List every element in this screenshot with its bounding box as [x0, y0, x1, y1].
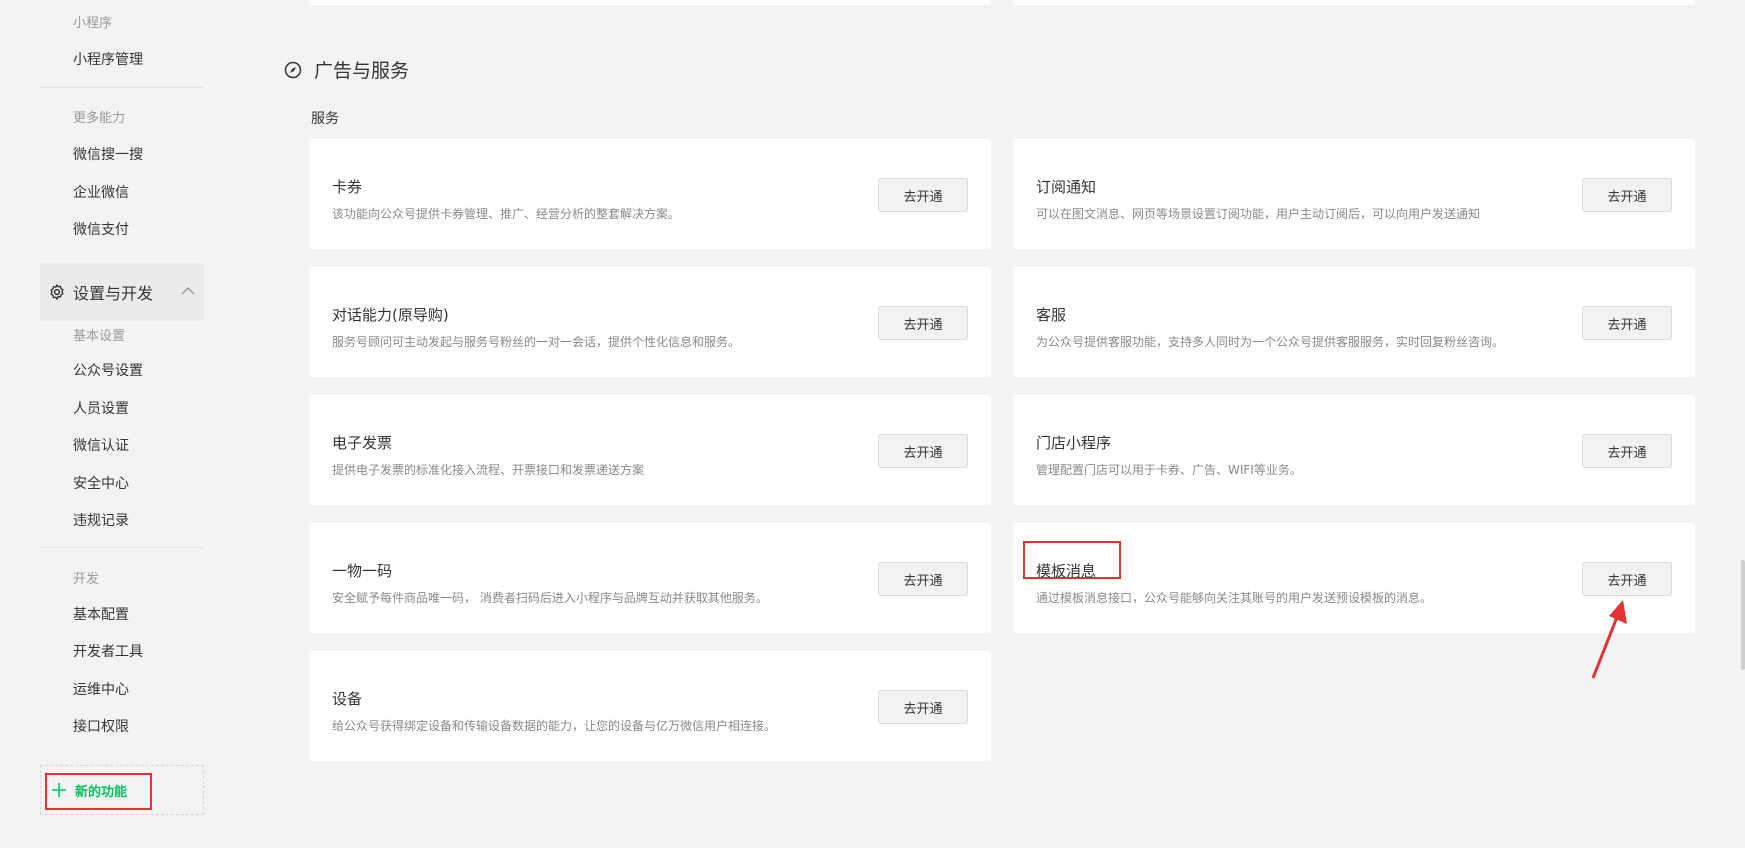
section-header: 广告与服务	[284, 56, 409, 83]
service-card-device: 设备 给公众号获得绑定设备和传输设备数据的能力，让您的设备与亿万微信用户相连接。…	[309, 651, 991, 761]
card-title: 门店小程序	[1036, 434, 1112, 452]
service-card-conversation: 对话能力(原导购) 服务号顾问可主动发起与服务号粉丝的一对一会话，提供个性化信息…	[309, 267, 991, 377]
annotation-arrow-icon	[1591, 600, 1627, 679]
sidebar-item-security-center[interactable]: 安全中心	[73, 473, 129, 493]
service-card-subscription: 订阅通知 可以在图文消息、网页等场景设置订阅功能，用户主动订阅后，可以向用户发送…	[1013, 139, 1695, 249]
sidebar: 小程序 小程序管理 更多能力 微信搜一搜 企业微信 微信支付 设置与开发 基本设…	[0, 0, 210, 848]
nav-group-miniprogram: 小程序	[73, 16, 113, 31]
sidebar-item-basic-config[interactable]: 基本配置	[73, 604, 129, 624]
compass-icon	[284, 61, 302, 78]
service-card-customer-service: 客服 为公众号提供客服功能，支持多人同时为一个公众号提供客服服务，实时回复粉丝咨…	[1013, 267, 1695, 377]
sidebar-item-account-settings[interactable]: 公众号设置	[73, 360, 143, 380]
service-card-e-invoice: 电子发票 提供电子发票的标准化接入流程、开票接口和发票递送方案 去开通	[309, 395, 991, 505]
service-card-coupons: 卡券 该功能向公众号提供卡券管理、推广、经营分析的整套解决方案。 去开通	[309, 139, 991, 249]
card-edge	[309, 0, 991, 5]
nav-divider	[40, 547, 204, 548]
enable-button[interactable]: 去开通	[878, 178, 968, 212]
gear-icon	[50, 284, 64, 300]
card-desc: 管理配置门店可以用于卡券、广告、WIFI等业务。	[1036, 463, 1302, 477]
enable-button[interactable]: 去开通	[878, 690, 968, 724]
card-title: 一物一码	[332, 562, 393, 580]
sidebar-item-api-permissions[interactable]: 接口权限	[73, 716, 129, 736]
sidebar-section-label: 设置与开发	[73, 284, 154, 303]
card-desc: 服务号顾问可主动发起与服务号粉丝的一对一会话，提供个性化信息和服务。	[332, 335, 741, 349]
sidebar-item-miniprogram-manage[interactable]: 小程序管理	[73, 49, 143, 69]
card-title: 模板消息	[1036, 562, 1097, 580]
sidebar-section-settings-dev[interactable]: 设置与开发	[40, 263, 204, 321]
card-desc: 安全赋予每件商品唯一码， 消费者扫码后进入小程序与品牌互动并获取其他服务。	[332, 591, 768, 605]
nav-group-dev: 开发	[73, 572, 100, 587]
card-desc: 给公众号获得绑定设备和传输设备数据的能力，让您的设备与亿万微信用户相连接。	[332, 719, 777, 733]
sidebar-item-wechat-search[interactable]: 微信搜一搜	[73, 144, 143, 164]
section-title: 广告与服务	[314, 60, 410, 82]
card-title: 电子发票	[332, 434, 393, 452]
service-card-store-miniprogram: 门店小程序 管理配置门店可以用于卡券、广告、WIFI等业务。 去开通	[1013, 395, 1695, 505]
card-title: 客服	[1036, 306, 1067, 324]
new-function-label: 新的功能	[75, 785, 128, 800]
sidebar-item-dev-tools[interactable]: 开发者工具	[73, 641, 143, 661]
enable-button[interactable]: 去开通	[1582, 178, 1672, 212]
card-desc: 通过模板消息接口，公众号能够向关注其账号的用户发送预设模板的消息。	[1036, 591, 1433, 605]
card-edge	[1013, 0, 1695, 5]
enable-button[interactable]: 去开通	[878, 562, 968, 596]
card-desc: 该功能向公众号提供卡券管理、推广、经营分析的整套解决方案。	[332, 207, 681, 221]
card-desc: 为公众号提供客服功能，支持多人同时为一个公众号提供客服服务，实时回复粉丝咨询。	[1036, 335, 1505, 349]
enable-button[interactable]: 去开通	[878, 434, 968, 468]
nav-divider	[40, 87, 204, 88]
enable-button[interactable]: 去开通	[1582, 562, 1672, 596]
plus-icon	[52, 783, 66, 797]
card-desc: 可以在图文消息、网页等场景设置订阅功能，用户主动订阅后，可以向用户发送通知	[1036, 207, 1481, 221]
sidebar-item-staff-settings[interactable]: 人员设置	[73, 398, 129, 418]
nav-group-basic-settings: 基本设置	[73, 329, 126, 344]
sidebar-item-wechat-pay[interactable]: 微信支付	[73, 219, 129, 239]
card-desc: 提供电子发票的标准化接入流程、开票接口和发票递送方案	[332, 463, 645, 477]
enable-button[interactable]: 去开通	[878, 306, 968, 340]
chevron-up-icon	[181, 286, 195, 295]
new-function-button[interactable]: 新的功能	[40, 765, 204, 815]
sidebar-item-wechat-verify[interactable]: 微信认证	[73, 435, 129, 455]
service-card-one-item-one-code: 一物一码 安全赋予每件商品唯一码， 消费者扫码后进入小程序与品牌互动并获取其他服…	[309, 523, 991, 633]
card-title: 订阅通知	[1036, 178, 1097, 196]
nav-group-more: 更多能力	[73, 111, 126, 126]
enable-button[interactable]: 去开通	[1582, 434, 1672, 468]
sidebar-item-wecom[interactable]: 企业微信	[73, 182, 129, 202]
sidebar-item-ops-center[interactable]: 运维中心	[73, 679, 129, 699]
card-title: 对话能力(原导购)	[332, 306, 449, 324]
card-title: 设备	[332, 690, 363, 708]
card-title: 卡券	[332, 178, 363, 196]
sub-title: 服务	[311, 111, 339, 127]
sidebar-item-violation-records[interactable]: 违规记录	[73, 510, 129, 530]
scrollbar[interactable]	[1741, 560, 1745, 670]
enable-button[interactable]: 去开通	[1582, 306, 1672, 340]
